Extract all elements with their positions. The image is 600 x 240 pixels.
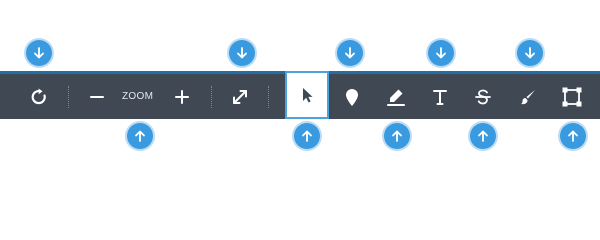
- arrow-down-icon: [525, 47, 535, 59]
- hint-arrow-down-icon[interactable]: [428, 40, 454, 66]
- arrow-up-icon: [302, 130, 312, 142]
- hint-arrow-down-icon[interactable]: [26, 40, 52, 66]
- hint-arrow-up-icon[interactable]: [560, 123, 586, 149]
- toolbar-divider: [68, 86, 69, 108]
- hint-arrow-down-icon[interactable]: [337, 40, 363, 66]
- annotation-toolbar-stage: ZOOM: [0, 0, 600, 200]
- hint-arrow-down-icon[interactable]: [517, 40, 543, 66]
- arrow-down-icon: [34, 47, 44, 59]
- hint-arrow-down-icon[interactable]: [229, 40, 255, 66]
- arrow-up-icon: [478, 130, 488, 142]
- rotate-icon: [31, 88, 46, 104]
- highlight-tool-button[interactable]: [383, 74, 409, 119]
- area-select-tool-button[interactable]: [558, 74, 586, 119]
- minus-icon: [90, 95, 104, 98]
- arrow-up-icon: [392, 130, 402, 142]
- strikethrough-tool-button[interactable]: [470, 74, 496, 119]
- zoom-out-button[interactable]: [86, 74, 108, 119]
- text-icon: [433, 89, 447, 105]
- hint-arrow-up-icon[interactable]: [470, 123, 496, 149]
- cursor-icon: [303, 88, 313, 103]
- highlighter-icon: [387, 89, 405, 106]
- strikethrough-icon: [475, 89, 491, 104]
- annotation-toolbar: ZOOM: [0, 71, 600, 119]
- pin-tool-button[interactable]: [339, 74, 365, 119]
- fit-to-screen-button[interactable]: [227, 74, 253, 119]
- area-select-icon: [562, 87, 582, 106]
- pin-icon: [346, 88, 358, 106]
- toolbar-divider: [211, 86, 212, 108]
- zoom-in-button[interactable]: [171, 74, 193, 119]
- hint-arrow-up-icon[interactable]: [127, 123, 153, 149]
- arrow-down-icon: [345, 47, 355, 59]
- plus-icon: [175, 89, 189, 104]
- arrow-up-icon: [568, 130, 578, 142]
- arrow-up-icon: [135, 130, 145, 142]
- brush-icon: [521, 89, 535, 104]
- expand-icon: [233, 89, 247, 104]
- hint-arrow-up-icon[interactable]: [384, 123, 410, 149]
- draw-tool-button[interactable]: [515, 74, 541, 119]
- arrow-down-icon: [237, 47, 247, 59]
- reset-button[interactable]: [24, 74, 54, 119]
- text-tool-button[interactable]: [427, 74, 453, 119]
- select-tool-button[interactable]: [285, 71, 329, 119]
- zoom-label: ZOOM: [122, 91, 154, 102]
- toolbar-divider: [268, 86, 269, 108]
- hint-arrow-up-icon[interactable]: [294, 123, 320, 149]
- arrow-down-icon: [436, 47, 446, 59]
